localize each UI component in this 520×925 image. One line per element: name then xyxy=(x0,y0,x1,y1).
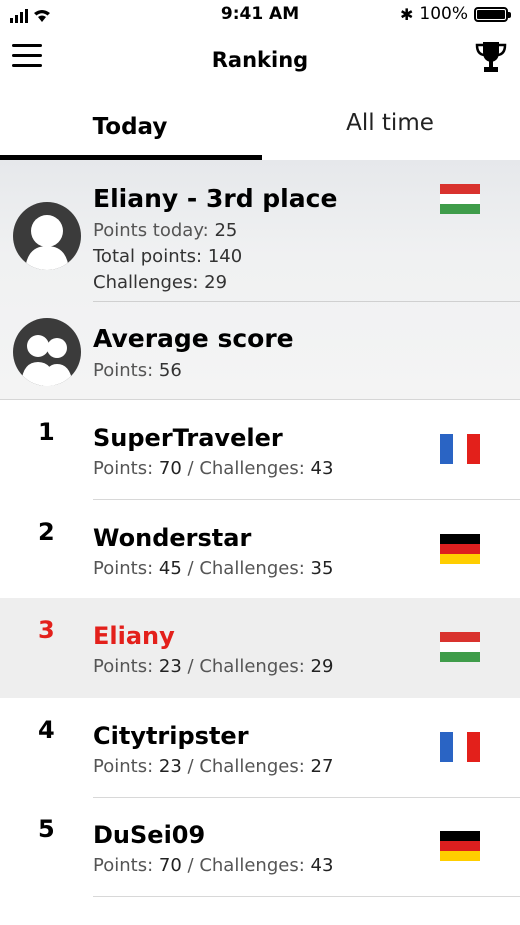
challenges-value: 29 xyxy=(204,272,228,293)
row-divider xyxy=(93,896,520,897)
challenges-value: 35 xyxy=(310,558,334,579)
points-today-label: Points today: xyxy=(93,220,209,241)
player-stats: Points: 70 / Challenges: 43 xyxy=(93,855,333,876)
player-name: SuperTraveler xyxy=(93,424,283,452)
rank-number: 5 xyxy=(38,815,55,843)
challenges-label: Challenges: xyxy=(199,855,305,876)
points-label: Points: xyxy=(93,458,154,479)
player-name: DuSei09 xyxy=(93,821,206,849)
ranking-row-current-user[interactable]: 3 Eliany Points: 23 / Challenges: 29 xyxy=(0,598,520,698)
challenges-label: Challenges: xyxy=(199,558,305,579)
points-value: 70 xyxy=(158,458,182,479)
battery-icon xyxy=(474,6,511,22)
user-summary-panel: Eliany - 3rd place Points today: 25 Tota… xyxy=(0,160,520,400)
ranking-row[interactable]: 4 Citytripster Points: 23 / Challenges: … xyxy=(0,698,520,798)
challenges-value: 29 xyxy=(310,656,334,677)
challenges-label: Challenges: xyxy=(199,656,305,677)
average-points-value: 56 xyxy=(158,360,182,381)
hungary-flag-icon xyxy=(440,632,480,662)
rank-number: 1 xyxy=(38,418,55,446)
points-label: Points: xyxy=(93,656,154,677)
challenges-value: 27 xyxy=(310,756,334,777)
stats-separator: / xyxy=(187,558,194,579)
points-today-value: 25 xyxy=(214,220,238,241)
trophy-icon[interactable] xyxy=(474,40,508,74)
challenges-label: Challenges: xyxy=(199,756,305,777)
rank-number: 3 xyxy=(38,616,55,644)
challenges-value: 43 xyxy=(310,458,334,479)
ranking-row[interactable]: 2 Wonderstar Points: 45 / Challenges: 35 xyxy=(0,500,520,600)
user-avatar xyxy=(13,202,81,270)
challenges-label: Challenges: xyxy=(93,272,199,293)
total-points-value: 140 xyxy=(207,246,243,267)
tab-today[interactable]: Today xyxy=(0,92,260,160)
points-value: 23 xyxy=(158,656,182,677)
ranking-row[interactable]: 1 SuperTraveler Points: 70 / Challenges:… xyxy=(0,400,520,500)
germany-flag-icon xyxy=(440,534,480,564)
navigation-bar: Ranking xyxy=(0,30,520,92)
points-value: 23 xyxy=(158,756,182,777)
player-name: Citytripster xyxy=(93,722,249,750)
average-group-avatar xyxy=(13,318,81,386)
player-name: Wonderstar xyxy=(93,524,252,552)
status-bar: 9:41 AM ✱ 100% xyxy=(0,0,520,30)
france-flag-icon xyxy=(440,732,480,762)
points-value: 70 xyxy=(158,855,182,876)
points-today-line: Points today: 25 xyxy=(93,220,237,241)
tab-bar: Today All time xyxy=(0,92,520,160)
points-label: Points: xyxy=(93,756,154,777)
stats-separator: / xyxy=(187,458,194,479)
points-value: 45 xyxy=(158,558,182,579)
average-score-title: Average score xyxy=(93,324,294,353)
battery-percent: 100% xyxy=(419,4,468,24)
user-rank-title: Eliany - 3rd place xyxy=(93,184,338,213)
player-stats: Points: 45 / Challenges: 35 xyxy=(93,558,333,579)
points-label: Points: xyxy=(93,558,154,579)
france-flag-icon xyxy=(440,434,480,464)
challenges-line: Challenges: 29 xyxy=(93,272,227,293)
total-points-label: Total points: xyxy=(93,246,203,267)
challenges-value: 43 xyxy=(310,855,334,876)
player-stats: Points: 23 / Challenges: 27 xyxy=(93,756,333,777)
rank-number: 4 xyxy=(38,716,55,744)
rank-number: 2 xyxy=(38,518,55,546)
player-stats: Points: 70 / Challenges: 43 xyxy=(93,458,333,479)
points-label: Points: xyxy=(93,855,154,876)
player-stats: Points: 23 / Challenges: 29 xyxy=(93,656,333,677)
average-points-label: Points: xyxy=(93,360,154,381)
stats-separator: / xyxy=(187,855,194,876)
divider xyxy=(93,301,520,302)
tab-all-time[interactable]: All time xyxy=(260,92,520,160)
page-title: Ranking xyxy=(211,48,309,72)
challenges-label: Challenges: xyxy=(199,458,305,479)
hungary-flag-icon xyxy=(440,184,480,214)
ranking-row[interactable]: 5 DuSei09 Points: 70 / Challenges: 43 xyxy=(0,797,520,897)
total-points-line: Total points: 140 xyxy=(93,246,242,267)
germany-flag-icon xyxy=(440,831,480,861)
player-name: Eliany xyxy=(93,622,175,650)
stats-separator: / xyxy=(187,756,194,777)
average-points-line: Points: 56 xyxy=(93,360,182,381)
stats-separator: / xyxy=(187,656,194,677)
bluetooth-icon: ✱ xyxy=(399,4,414,24)
